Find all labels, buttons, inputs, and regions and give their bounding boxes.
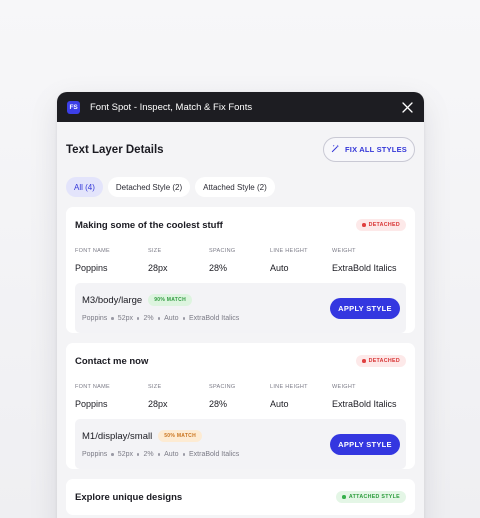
status-dot <box>342 495 346 499</box>
prop-value: ExtraBold Italics <box>332 263 397 273</box>
matched-style-meta: Poppins 52px 2% Auto ExtraBold Italics <box>82 315 239 322</box>
layer-card-header: Explore unique designs ATTACHED STYLE <box>75 479 406 515</box>
prop-value: 28% <box>209 399 228 409</box>
prop-weight: WEIGHT ExtraBold Italics <box>332 243 397 283</box>
meta-font: Poppins <box>82 315 108 322</box>
header-row: Text Layer Details FIX ALL STYLES <box>66 122 415 177</box>
status-badge: DETACHED <box>356 355 406 367</box>
separator-dot <box>182 317 186 320</box>
separator-dot <box>111 317 114 320</box>
prop-label: SIZE <box>148 248 162 254</box>
title-bar: FS Font Spot - Inspect, Match & Fix Font… <box>57 92 424 122</box>
layer-card[interactable]: Contact me now DETACHED FONT NAME Poppin… <box>66 343 415 469</box>
prop-spacing: SPACING 28% <box>209 243 270 283</box>
prop-font-name: FONT NAME Poppins <box>75 379 148 419</box>
match-title-row: M1/display/small 50% MATCH <box>82 430 239 442</box>
match-percent-badge: 90% MATCH <box>148 294 192 306</box>
separator-dot <box>157 317 161 320</box>
window-title: Font Spot - Inspect, Match & Fix Fonts <box>90 101 253 113</box>
prop-size: SIZE 28px <box>148 379 209 419</box>
prop-line-height: LINE HEIGHT Auto <box>270 243 332 283</box>
prop-size: SIZE 28px <box>148 243 209 283</box>
plugin-window: FS Font Spot - Inspect, Match & Fix Font… <box>57 92 424 518</box>
separator-dot <box>136 317 140 320</box>
filter-tabs: All (4) Detached Style (2) Attached Styl… <box>66 177 415 197</box>
meta-line-height: Auto <box>164 451 179 458</box>
meta-weight: ExtraBold Italics <box>189 451 240 458</box>
prop-value: 28px <box>148 399 168 409</box>
page-title: Text Layer Details <box>66 143 164 156</box>
prop-label: WEIGHT <box>332 248 356 254</box>
layer-properties: FONT NAME Poppins SIZE 28px SPACING 28% … <box>75 379 406 419</box>
prop-label: SIZE <box>148 384 162 390</box>
meta-spacing: 2% <box>143 451 154 458</box>
layer-card[interactable]: Explore unique designs ATTACHED STYLE <box>66 479 415 515</box>
prop-weight: WEIGHT ExtraBold Italics <box>332 379 397 419</box>
layer-name: Making some of the coolest stuff <box>75 219 223 231</box>
meta-spacing: 2% <box>143 315 154 322</box>
prop-label: WEIGHT <box>332 384 356 390</box>
layer-properties: FONT NAME Poppins SIZE 28px SPACING 28% … <box>75 243 406 283</box>
layer-name: Contact me now <box>75 355 149 367</box>
close-icon[interactable] <box>400 100 414 114</box>
prop-font-name: FONT NAME Poppins <box>75 243 148 283</box>
fix-all-styles-label: FIX ALL STYLES <box>345 145 407 154</box>
style-match-box: M3/body/large 90% MATCH Poppins 52px 2% … <box>75 283 406 333</box>
separator-dot <box>182 453 186 456</box>
magic-wand-icon <box>331 144 340 155</box>
prop-line-height: LINE HEIGHT Auto <box>270 379 332 419</box>
separator-dot <box>157 453 161 456</box>
status-dot <box>362 223 366 227</box>
matched-style-name: M3/body/large <box>82 294 143 306</box>
app-logo-icon: FS <box>67 100 80 114</box>
prop-label: SPACING <box>209 248 236 254</box>
matched-style-name: M1/display/small <box>82 430 153 442</box>
prop-value: ExtraBold Italics <box>332 399 397 409</box>
apply-style-button[interactable]: APPLY STYLE <box>330 297 400 319</box>
match-info: M3/body/large 90% MATCH Poppins 52px 2% … <box>82 294 239 322</box>
prop-value: Auto <box>270 263 289 273</box>
style-match-box: M1/display/small 50% MATCH Poppins 52px … <box>75 419 406 469</box>
match-title-row: M3/body/large 90% MATCH <box>82 294 239 306</box>
status-badge: DETACHED <box>356 219 406 231</box>
layer-card[interactable]: Making some of the coolest stuff DETACHE… <box>66 207 415 333</box>
status-dot <box>362 359 366 363</box>
prop-label: FONT NAME <box>75 384 110 390</box>
meta-size: 52px <box>117 315 133 322</box>
apply-style-button[interactable]: APPLY STYLE <box>330 433 400 455</box>
prop-spacing: SPACING 28% <box>209 379 270 419</box>
meta-weight: ExtraBold Italics <box>189 315 240 322</box>
prop-value: Auto <box>270 399 289 409</box>
layer-card-header: Contact me now DETACHED <box>75 343 406 379</box>
matched-style-meta: Poppins 52px 2% Auto ExtraBold Italics <box>82 451 239 458</box>
prop-value: 28px <box>148 263 168 273</box>
match-percent-badge: 50% MATCH <box>158 430 202 442</box>
separator-dot <box>136 453 140 456</box>
prop-label: LINE HEIGHT <box>270 384 308 390</box>
meta-line-height: Auto <box>164 315 179 322</box>
meta-font: Poppins <box>82 451 108 458</box>
layer-card-header: Making some of the coolest stuff DETACHE… <box>75 207 406 243</box>
content-area: Text Layer Details FIX ALL STYLES All (4… <box>57 122 424 515</box>
prop-label: FONT NAME <box>75 248 110 254</box>
status-label: DETACHED <box>368 358 400 364</box>
prop-value: Poppins <box>75 399 108 409</box>
separator-dot <box>111 453 114 456</box>
status-label: ATTACHED STYLE <box>348 494 400 500</box>
prop-label: SPACING <box>209 384 236 390</box>
prop-value: 28% <box>209 263 228 273</box>
prop-value: Poppins <box>75 263 108 273</box>
tab-attached-style[interactable]: Attached Style (2) <box>195 177 275 197</box>
fix-all-styles-button[interactable]: FIX ALL STYLES <box>323 137 415 162</box>
layer-name: Explore unique designs <box>75 491 183 503</box>
match-info: M1/display/small 50% MATCH Poppins 52px … <box>82 430 239 458</box>
prop-label: LINE HEIGHT <box>270 248 308 254</box>
status-label: DETACHED <box>368 222 400 228</box>
tab-detached-style[interactable]: Detached Style (2) <box>107 177 191 197</box>
status-badge: ATTACHED STYLE <box>336 491 406 503</box>
tab-all[interactable]: All (4) <box>66 177 103 197</box>
meta-size: 52px <box>117 451 133 458</box>
